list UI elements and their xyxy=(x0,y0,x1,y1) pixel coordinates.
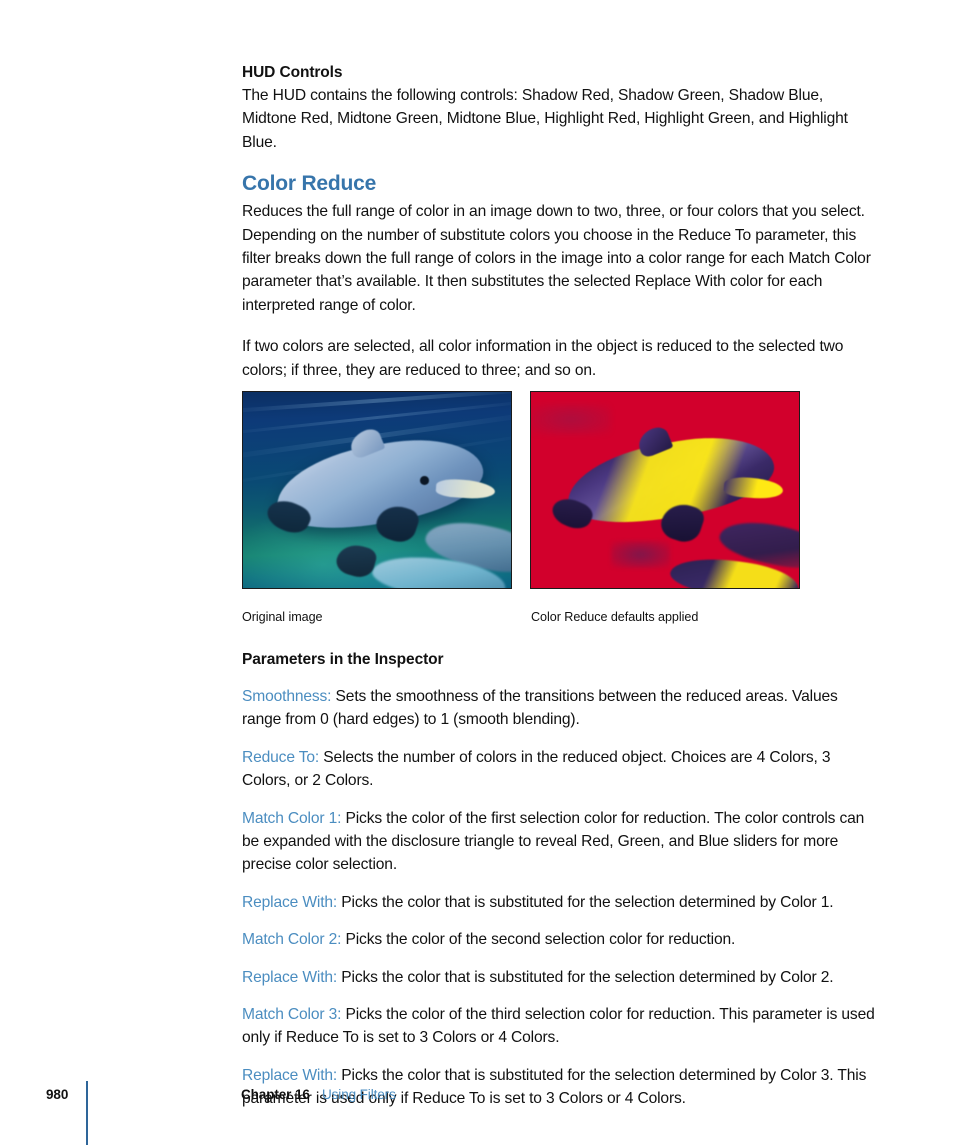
page-number: 980 xyxy=(46,1087,69,1102)
color-reduced-dolphin-photo xyxy=(531,392,799,588)
parameter-description: Picks the color that is substituted for … xyxy=(337,968,834,986)
hud-controls-paragraph: The HUD contains the following controls:… xyxy=(242,87,848,151)
parameter-label: Match Color 2: xyxy=(242,931,342,949)
parameter-label: Match Color 1: xyxy=(242,809,342,827)
parameter-smoothness: Smoothness: Sets the smoothness of the t… xyxy=(242,685,876,732)
parameter-match-color-2: Match Color 2: Picks the color of the se… xyxy=(242,928,876,951)
parameter-match-color-3: Match Color 3: Picks the color of the th… xyxy=(242,1003,876,1050)
figure-color-reduced-image xyxy=(530,391,800,589)
parameter-replace-with-2: Replace With: Picks the color that is su… xyxy=(242,966,876,989)
hud-controls-heading: HUD Controls xyxy=(242,64,343,81)
parameter-label: Replace With: xyxy=(242,893,338,911)
footer-chapter-number: Chapter 16 xyxy=(241,1087,310,1102)
parameter-label: Smoothness: xyxy=(242,688,332,705)
dolphin-fin xyxy=(333,540,378,581)
figure-captions: Original image Color Reduce defaults app… xyxy=(242,609,876,627)
parameter-replace-with-1: Replace With: Picks the color that is su… xyxy=(242,891,876,914)
parameter-label: Match Color 3: xyxy=(242,1006,342,1024)
parameters-section: Parameters in the Inspector Smoothness: … xyxy=(242,649,876,1111)
figure-pair xyxy=(242,391,876,591)
parameter-description: Picks the color of the second selection … xyxy=(341,931,736,949)
color-reduce-paragraph-2: If two colors are selected, all color in… xyxy=(242,338,844,379)
footer-chapter-title: Using Filters xyxy=(322,1087,396,1102)
page-footer: 980 Chapter 16 Using Filters xyxy=(0,1081,954,1145)
color-reduce-paragraph-1: Reduces the full range of color in an im… xyxy=(242,203,871,314)
parameter-description: Picks the color that is substituted for … xyxy=(337,893,834,911)
color-reduce-heading: Color Reduce xyxy=(242,172,377,196)
light-ray-icon xyxy=(243,392,511,414)
parameter-label: Reduce To: xyxy=(242,748,320,766)
caption-color-reduced-image: Color Reduce defaults applied xyxy=(531,610,699,624)
caption-original-image: Original image xyxy=(242,610,323,624)
parameter-reduce-to: Reduce To: Selects the number of colors … xyxy=(242,746,876,793)
parameter-match-color-1: Match Color 1: Picks the color of the fi… xyxy=(242,807,876,877)
parameter-description: Selects the number of colors in the redu… xyxy=(242,748,831,790)
reduced-artifact xyxy=(611,540,671,569)
figure-original-image xyxy=(242,391,512,589)
document-page: HUD Controls The HUD contains the follow… xyxy=(0,0,954,1145)
parameters-heading: Parameters in the Inspector xyxy=(242,651,444,668)
parameter-description: Sets the smoothness of the transitions b… xyxy=(242,688,838,729)
parameter-label: Replace With: xyxy=(242,968,338,986)
underwater-dolphin-photo xyxy=(243,392,511,588)
text-column: HUD Controls The HUD contains the follow… xyxy=(242,62,876,382)
parameter-label: Replace With: xyxy=(242,1066,338,1084)
footer-divider xyxy=(86,1081,88,1145)
reduced-artifact xyxy=(531,403,612,436)
